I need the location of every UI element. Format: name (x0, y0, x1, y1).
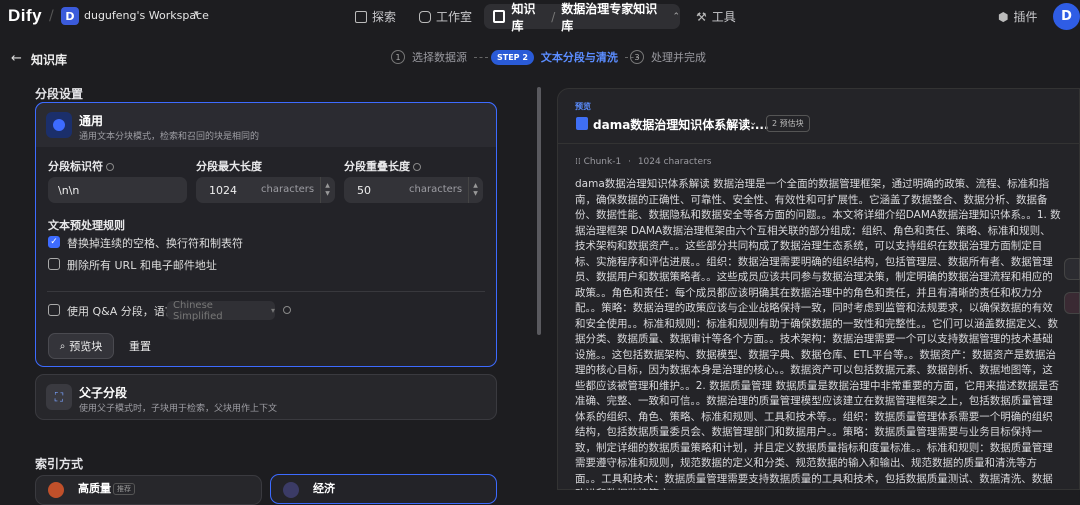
nav-plugins[interactable]: ⬢ 插件 (998, 8, 1038, 25)
nav-studio-label: 工作室 (436, 10, 473, 24)
qa-language-value: Chinese Simplified (173, 299, 223, 322)
delimiter-label: 分段标识符 (48, 158, 114, 174)
high-quality-card[interactable] (35, 475, 262, 505)
nav-knowledge[interactable]: 知识库 / 数据治理专家知识库 ⌃ (484, 2, 680, 33)
step-1: 1 选择数据源 (391, 49, 488, 65)
dify-logo[interactable]: Dify (8, 6, 42, 26)
step-3: 3 处理并完成 (630, 49, 706, 65)
max-length-stepper[interactable]: ▲ ▼ (320, 177, 334, 203)
parent-child-icon: ⛶ (46, 384, 72, 410)
preview-chunk-button[interactable]: ⌕ 预览块 (48, 333, 114, 359)
robot-icon (419, 10, 431, 23)
economy-label: 经济 (313, 482, 335, 495)
compass-icon (355, 10, 367, 23)
nav-plugins-label: 插件 (1013, 10, 1038, 24)
chunk-id: Chunk-1 (583, 157, 622, 167)
chunk-count-badge: 2 预估块 (766, 115, 810, 132)
rule-whitespace-checkbox[interactable]: ✓ (48, 236, 60, 248)
max-length-label: 分段最大长度 (196, 160, 262, 173)
nav-knowledge-label: 知识库 (511, 1, 536, 33)
rule-url-label[interactable]: 删除所有 URL 和电子邮件地址 (67, 257, 217, 273)
parent-child-desc: 使用父子模式时，子块用于检索，父块用作上下文 (79, 404, 278, 414)
divider (47, 291, 485, 292)
breadcrumb-separator: / (49, 8, 54, 24)
dataset-name[interactable]: 数据治理专家知识库 (561, 0, 662, 34)
general-mode-icon-dot (53, 119, 65, 131)
step-2: STEP 2 文本分段与清洗 (491, 49, 639, 65)
max-length-unit: characters (261, 184, 315, 195)
rule-whitespace-label[interactable]: 替换掉连续的空格、换行符和制表符 (67, 235, 243, 251)
info-icon[interactable] (413, 163, 421, 171)
step-1-label: 选择数据源 (412, 51, 467, 64)
nav-tools-label: 工具 (711, 10, 736, 24)
dataset-switch-icon[interactable]: ⌃ (672, 12, 680, 22)
chevron-down-icon: ▾ (270, 306, 275, 315)
qa-label[interactable]: 使用 Q&A 分段，语言 (67, 303, 176, 319)
nav-explore-label: 探索 (372, 10, 397, 24)
nav-tools[interactable]: ⚒ 工具 (696, 8, 736, 25)
chunk-content: dama数据治理知识体系解读 数据治理是一个全面的数据管理框架，通过明确的政策、… (575, 178, 1061, 490)
index-method-title: 索引方式 (35, 457, 84, 471)
arrow-left-icon[interactable]: ← (11, 51, 22, 66)
document-icon (576, 117, 588, 130)
binoculars-icon: ⛶ (54, 389, 64, 404)
book-icon (493, 10, 506, 23)
preview-divider (558, 143, 1080, 144)
preview-doc-title[interactable]: dama数据治理知识体系解读.... (593, 116, 769, 133)
qa-language-select[interactable]: Chinese Simplified ▾ (167, 299, 275, 322)
nav-explore[interactable]: 探索 (355, 8, 396, 25)
side-grid-button[interactable] (1064, 258, 1080, 280)
economy-card[interactable] (270, 474, 497, 504)
general-mode-icon (46, 112, 72, 138)
reset-button[interactable]: 重置 (123, 333, 157, 359)
wrench-icon: ⚒ (696, 9, 707, 24)
qa-checkbox[interactable] (48, 304, 60, 316)
high-quality-label: 高质量 (78, 482, 111, 495)
overlap-label: 分段重叠长度 (344, 158, 421, 174)
user-avatar[interactable]: D (1053, 3, 1080, 30)
left-scrollbar[interactable] (537, 87, 541, 335)
rule-url-checkbox[interactable] (48, 258, 60, 270)
cube-icon: ⬢ (998, 9, 1009, 24)
top-navbar: Dify / D dugufeng's Workspace ▾ 探索 工作室 知… (0, 0, 1080, 33)
step-1-number: 1 (391, 50, 405, 64)
chevron-down-icon[interactable]: ▾ (194, 9, 199, 19)
parent-child-title: 父子分段 (79, 386, 128, 400)
general-mode-desc: 通用文本分块模式，检索和召回的块是相同的 (79, 132, 260, 142)
high-quality-icon (48, 482, 64, 498)
back-label[interactable]: 知识库 (31, 51, 67, 68)
chunk-chars: 1024 characters (637, 157, 712, 167)
workspace-avatar[interactable]: D (61, 7, 79, 25)
step-2-label: 文本分段与清洗 (540, 51, 618, 64)
chunk-header: ⁞⁞ Chunk-1 · 1024 characters (575, 157, 711, 167)
recommend-badge: 推荐 (113, 483, 135, 495)
preview-chunk-label: 预览块 (69, 340, 103, 353)
info-icon[interactable] (283, 306, 291, 314)
step-2-badge: STEP 2 (491, 49, 534, 65)
general-mode-title: 通用 (79, 114, 104, 128)
dot-separator: · (628, 157, 631, 167)
preprocess-rules-title: 文本预处理规则 (48, 219, 125, 232)
preview-label: 预览 (575, 102, 591, 111)
segment-settings-title: 分段设置 (35, 87, 84, 101)
grip-icon: ⁞⁞ (575, 157, 581, 167)
overlap-unit: characters (409, 184, 463, 195)
step-connector (474, 56, 488, 58)
search-icon: ⌕ (59, 340, 66, 352)
nav-separator: / (551, 9, 556, 24)
economy-icon (283, 482, 299, 498)
workspace-name[interactable]: dugufeng's Workspace (84, 9, 209, 22)
delimiter-input[interactable]: \n\n (48, 177, 187, 203)
step-3-label: 处理并完成 (651, 51, 706, 64)
nav-studio[interactable]: 工作室 (419, 8, 472, 25)
info-icon[interactable] (106, 163, 114, 171)
step-3-number: 3 (630, 50, 644, 64)
overlap-stepper[interactable]: ▲ ▼ (468, 177, 482, 203)
side-assistant-button[interactable] (1064, 292, 1080, 314)
chevron-down-icon[interactable]: ⌄ (749, 117, 757, 128)
